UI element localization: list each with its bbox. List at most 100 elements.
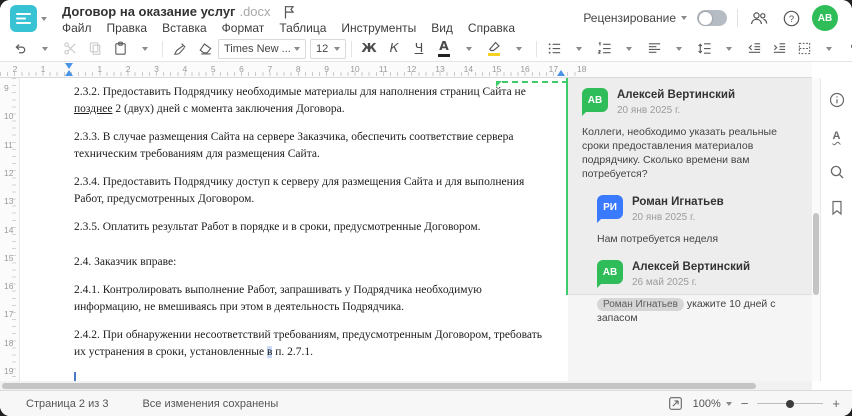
mention-chip[interactable]: Роман Игнатьев: [597, 298, 684, 311]
undo-dropdown[interactable]: [33, 38, 57, 60]
text-cursor: [74, 372, 76, 381]
header-right: Рецензирование ? АВ: [583, 0, 838, 36]
left-indent-marker[interactable]: [65, 70, 73, 76]
cut-button[interactable]: [58, 38, 82, 60]
horizontal-scrollbar-thumb[interactable]: [2, 382, 756, 389]
paragraph-borders-button[interactable]: [792, 38, 816, 60]
comment-author: Роман Игнатьев: [632, 196, 724, 208]
ruler-number: 13: [435, 64, 445, 74]
ruler-number: 6: [239, 64, 244, 74]
help-icon[interactable]: ?: [780, 7, 802, 29]
paragraph[interactable]: 2.3.4. Предоставить Подрядчику доступ к …: [74, 174, 546, 207]
divider: [536, 40, 537, 57]
document-page[interactable]: 2.3.2. Предоставить Подрядчику необходим…: [20, 78, 568, 381]
numbered-list-dropdown[interactable]: [617, 38, 641, 60]
menu-item[interactable]: Вставка: [162, 21, 207, 35]
align-left-button[interactable]: [642, 38, 666, 60]
menu-item[interactable]: Справка: [468, 21, 515, 35]
menu-item[interactable]: Таблица: [279, 21, 326, 35]
line-spacing-dropdown[interactable]: [717, 38, 741, 60]
menu-item[interactable]: Вид: [431, 21, 453, 35]
zoom-out-button[interactable]: −: [741, 397, 749, 410]
first-line-indent-marker[interactable]: [65, 63, 73, 69]
search-icon[interactable]: [827, 162, 847, 182]
comment-text: Роман Игнатьев укажите 10 дней с запасом: [597, 298, 776, 324]
review-mode-dropdown[interactable]: Рецензирование: [583, 11, 687, 25]
menu-item[interactable]: Правка: [107, 21, 148, 35]
user-avatar[interactable]: АВ: [812, 5, 838, 31]
paste-dropdown[interactable]: [133, 38, 157, 60]
ruler-number: 15: [4, 252, 14, 263]
page-indicator: Страница 2 из 3: [26, 397, 109, 410]
paragraph[interactable]: 2.3.5. Оплатить результат Работ в порядк…: [74, 219, 546, 236]
vertical-scrollbar-thumb[interactable]: [813, 213, 819, 295]
divider: [162, 40, 163, 57]
divider: [737, 9, 738, 27]
ruler-number: 16: [520, 64, 530, 74]
comment-reply: АВ Алексей Вертинский 26 май 2025 г. Ром…: [597, 260, 800, 325]
ruler-number: 11: [378, 64, 388, 74]
increase-indent-button[interactable]: [767, 38, 791, 60]
ruler-number: 10: [4, 111, 14, 122]
collaboration-users-icon[interactable]: [748, 7, 770, 29]
comment-author: Алексей Вертинский: [632, 261, 751, 273]
spellcheck-icon[interactable]: А: [827, 126, 847, 146]
app-logo-button[interactable]: [10, 5, 50, 32]
chevron-down-icon: [725, 401, 732, 406]
bookmark-icon[interactable]: [827, 198, 847, 218]
menu-item[interactable]: Файл: [62, 21, 92, 35]
bold-button[interactable]: Ж: [357, 38, 381, 60]
comment-thread[interactable]: АВ Алексей Вертинский 20 янв 2025 г. Кол…: [568, 78, 812, 324]
paste-button[interactable]: [108, 38, 132, 60]
review-toggle[interactable]: [697, 10, 727, 26]
document-info-icon[interactable]: [827, 90, 847, 110]
zoom-in-button[interactable]: +: [832, 397, 840, 410]
bullet-list-dropdown[interactable]: [567, 38, 591, 60]
comment-date: 20 янв 2025 г.: [632, 212, 696, 223]
paragraph[interactable]: 2.3.3. В случае размещения Сайта на серв…: [74, 129, 546, 162]
ruler-number: 16: [4, 281, 14, 292]
comment-text: Коллеги, необходимо указать реальные сро…: [582, 126, 777, 180]
ruler-number: 14: [4, 224, 14, 235]
show-paragraph-marks-button[interactable]: ¶: [842, 38, 852, 60]
menu-item[interactable]: Формат: [222, 21, 265, 35]
document-title-text: Договор на оказание услуг: [62, 4, 236, 19]
ruler-number: 9: [324, 64, 329, 74]
decrease-indent-button[interactable]: [742, 38, 766, 60]
comment-date: 20 янв 2025 г.: [617, 105, 681, 116]
ruler-number: 2: [125, 64, 131, 74]
app-logo-icon: [10, 5, 37, 32]
bullet-list-button[interactable]: [542, 38, 566, 60]
copy-button[interactable]: [83, 38, 107, 60]
fit-to-width-icon[interactable]: [668, 396, 684, 412]
toggle-knob: [698, 11, 712, 25]
clear-style-button[interactable]: [193, 38, 217, 60]
numbered-list-button[interactable]: [592, 38, 616, 60]
italic-button[interactable]: К: [382, 38, 406, 60]
zoom-level-select[interactable]: 100%: [693, 398, 732, 410]
zoom-slider-handle[interactable]: [786, 399, 795, 408]
paragraph[interactable]: 2.4.1. Контролировать выполнение Работ, …: [74, 282, 546, 315]
undo-button[interactable]: [8, 38, 32, 60]
paragraph[interactable]: 2.4. Заказчик вправе:: [74, 254, 546, 271]
menu-item[interactable]: Инструменты: [341, 21, 416, 35]
ruler-number: 19: [4, 366, 14, 376]
font-name-select[interactable]: Times New ...: [218, 38, 306, 59]
right-indent-marker[interactable]: [557, 70, 565, 76]
review-mode-label: Рецензирование: [583, 11, 676, 25]
font-color-button[interactable]: А: [432, 38, 456, 60]
zoom-slider[interactable]: [757, 398, 824, 410]
font-color-dropdown[interactable]: [457, 38, 481, 60]
align-dropdown[interactable]: [667, 38, 691, 60]
font-size-select[interactable]: 12: [310, 38, 346, 59]
line-spacing-button[interactable]: [692, 38, 716, 60]
ruler-number: 1: [97, 64, 103, 74]
underline-button[interactable]: Ч: [407, 38, 431, 60]
favorite-flag-icon[interactable]: [283, 5, 295, 19]
highlight-color-button[interactable]: [482, 38, 506, 60]
paragraph[interactable]: 2.4.2. При обнаружении несоответствий тр…: [74, 327, 546, 360]
paragraph-borders-dropdown[interactable]: [817, 38, 841, 60]
highlight-color-dropdown[interactable]: [507, 38, 531, 60]
format-painter-button[interactable]: [168, 38, 192, 60]
paragraph[interactable]: 2.3.2. Предоставить Подрядчику необходим…: [74, 84, 546, 117]
